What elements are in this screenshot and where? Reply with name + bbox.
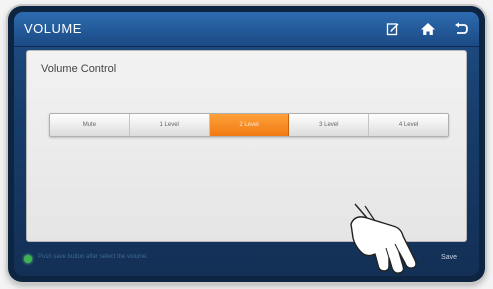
device-frame: VOLUME Volume Control Mute 1 Level 2 Lev…: [8, 6, 485, 282]
level-mute-button[interactable]: Mute: [50, 114, 130, 136]
page-title: VOLUME: [24, 21, 82, 36]
hint-text: Push save button after select the volume…: [38, 254, 149, 260]
back-icon[interactable]: [450, 18, 472, 40]
level-4-button[interactable]: 4 Level: [369, 114, 448, 136]
volume-level-selector: Mute 1 Level 2 Level 3 Level 4 Level: [49, 113, 449, 137]
level-2-button[interactable]: 2 Level: [209, 114, 290, 136]
volume-panel: Volume Control Mute 1 Level 2 Level 3 Le…: [26, 50, 467, 242]
level-3-button[interactable]: 3 Level: [289, 114, 370, 136]
edit-icon[interactable]: [382, 18, 404, 40]
status-indicator-icon: [24, 255, 32, 263]
status-bar: Push save button after select the volume…: [14, 244, 479, 276]
screen: VOLUME Volume Control Mute 1 Level 2 Lev…: [14, 12, 479, 276]
section-label: Volume Control: [41, 63, 117, 75]
save-button[interactable]: Save: [437, 252, 461, 263]
level-1-button[interactable]: 1 Level: [130, 114, 210, 136]
home-icon[interactable]: [417, 18, 439, 40]
title-bar: VOLUME: [14, 12, 479, 47]
